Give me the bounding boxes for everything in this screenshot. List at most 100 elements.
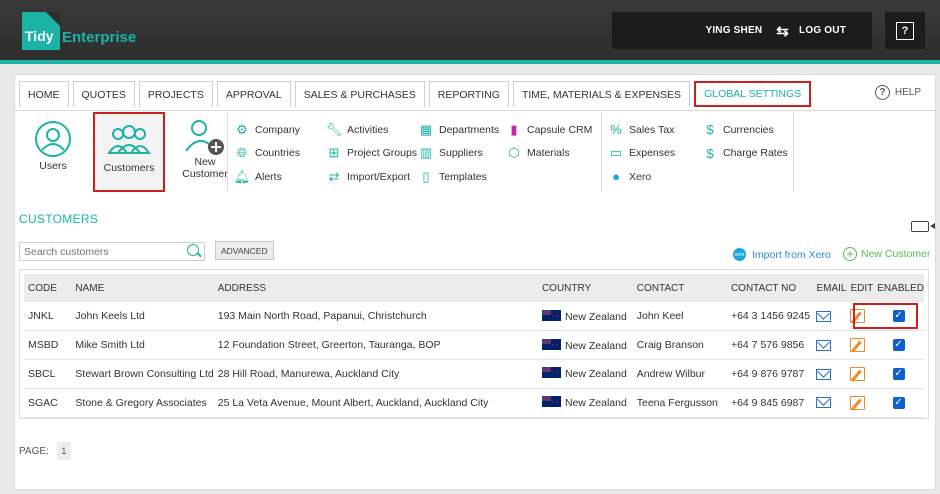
help-button[interactable]: ? <box>885 12 925 49</box>
ribbon-materials[interactable]: ⬡ Materials <box>505 142 592 166</box>
customers-table-container: CODE NAME ADDRESS COUNTRY CONTACT CONTAC… <box>19 269 929 419</box>
email-icon[interactable] <box>816 397 832 409</box>
email-icon[interactable] <box>816 339 832 351</box>
header-name[interactable]: NAME <box>71 274 214 302</box>
tab-reporting[interactable]: REPORTING <box>428 81 509 107</box>
enabled-checkbox[interactable]: ✓ <box>892 310 905 323</box>
advanced-search-button[interactable]: ADVANCED <box>215 241 274 260</box>
cell-enabled: ✓ <box>873 302 924 332</box>
table-row[interactable]: SGAC Stone & Gregory Associates 25 La Ve… <box>24 388 924 418</box>
cell-phone: +64 9 845 6987 <box>726 388 813 418</box>
table-row[interactable]: MSBD Mike Smith Ltd 12 Foundation Street… <box>24 330 924 360</box>
user-name[interactable]: YING SHEN <box>705 25 762 36</box>
ribbon-company-label: Company <box>255 123 300 136</box>
nz-flag-icon <box>541 367 561 379</box>
cell-enabled: ✓ <box>873 330 924 360</box>
ribbon-project-groups[interactable]: ⊞ Project Groups <box>325 142 417 166</box>
ribbon-expenses[interactable]: ▭ Expenses <box>607 142 675 166</box>
cell-email <box>812 330 847 360</box>
ribbon-import-export-label: Import/Export <box>347 170 411 183</box>
header-contact[interactable]: CONTACT <box>632 274 727 302</box>
help-link[interactable]: ? HELP <box>874 85 921 100</box>
email-icon[interactable] <box>816 368 832 380</box>
ribbon-alerts[interactable]: 🔔︎ Alerts <box>233 165 300 189</box>
ribbon-materials-label: Materials <box>527 147 570 160</box>
settings-ribbon: Users Customers New Customer ⚙ Company 🌐︎… <box>15 112 935 192</box>
import-from-xero-label: Import from Xero <box>752 248 831 261</box>
table-row[interactable]: SBCL Stewart Brown Consulting Ltd 28 Hil… <box>24 359 924 389</box>
tab-time-materials-expenses[interactable]: TIME, MATERIALS & EXPENSES <box>512 81 691 107</box>
new-customer-link-label: New Customer <box>861 248 931 260</box>
ribbon-currencies[interactable]: $ Currencies <box>701 118 788 142</box>
cell-address: 193 Main North Road, Papanui, Christchur… <box>213 302 538 332</box>
ribbon-import-export[interactable]: ⇄ Import/Export <box>325 165 417 189</box>
enabled-checkbox[interactable]: ✓ <box>892 367 905 380</box>
logout-link[interactable]: LOG OUT <box>799 25 846 36</box>
header-country[interactable]: COUNTRY <box>537 274 633 302</box>
tab-bar: HOME QUOTES PROJECTS APPROVAL SALES & PU… <box>15 75 935 111</box>
xero-icon: xero <box>733 248 746 261</box>
ribbon-charge-rates[interactable]: $ Charge Rates <box>701 142 788 166</box>
bell-icon: 🔔︎ <box>233 168 251 184</box>
page-label: PAGE: <box>19 445 49 457</box>
tab-quotes[interactable]: QUOTES <box>72 81 135 107</box>
money-icon: ▭ <box>609 145 623 161</box>
cell-country-label: New Zealand <box>564 339 627 352</box>
ribbon-col-4: ▮ Capsule CRM ⬡ Materials <box>505 118 592 165</box>
search-input[interactable] <box>19 242 205 261</box>
email-icon[interactable] <box>816 310 832 322</box>
edit-icon[interactable] <box>850 309 866 324</box>
video-icon[interactable] <box>911 221 935 232</box>
tab-approval[interactable]: APPROVAL <box>216 81 291 107</box>
ribbon-countries[interactable]: 🌐︎ Countries <box>233 142 300 166</box>
ribbon-capsule-crm-label: Capsule CRM <box>527 123 593 136</box>
ribbon-templates[interactable]: ▯ Templates <box>417 165 499 189</box>
ribbon-charge-rates-label: Charge Rates <box>723 147 788 160</box>
ribbon-col-1: ⚙ Company 🌐︎ Countries 🔔︎ Alerts <box>233 118 300 189</box>
ribbon-departments[interactable]: ▦ Departments <box>417 118 499 142</box>
percent-icon: % <box>610 122 622 138</box>
exchange-icon: ⇄ <box>328 168 340 184</box>
header-contact-no[interactable]: CONTACT NO <box>726 274 813 302</box>
logout-icon[interactable]: ⇆ <box>776 22 789 40</box>
app-logo[interactable]: Tidy Enterprise <box>22 12 136 50</box>
ribbon-capsule-crm[interactable]: ▮ Capsule CRM <box>505 118 592 142</box>
ribbon-xero[interactable]: ● Xero <box>607 165 675 189</box>
cell-country-label: New Zealand <box>564 397 627 410</box>
nz-flag-icon <box>541 309 561 321</box>
import-from-xero-link[interactable]: xero Import from Xero <box>733 248 831 261</box>
tab-home[interactable]: HOME <box>19 81 69 107</box>
ribbon-company[interactable]: ⚙ Company <box>233 118 300 142</box>
customers-button[interactable]: Customers <box>93 112 165 192</box>
new-customer-link[interactable]: + New Customer <box>843 247 930 261</box>
ribbon-col-3: ▦ Departments ▥ Suppliers ▯ Templates <box>417 118 499 189</box>
cell-country-label: New Zealand <box>564 368 627 381</box>
search-icon[interactable] <box>187 244 199 256</box>
users-button[interactable]: Users <box>17 112 89 192</box>
ribbon-sales-tax[interactable]: % Sales Tax <box>607 118 675 142</box>
enabled-checkbox[interactable]: ✓ <box>892 339 905 352</box>
header-address[interactable]: ADDRESS <box>213 274 538 302</box>
ribbon-activities[interactable]: 🔧︎ Activities <box>325 118 417 142</box>
ribbon-suppliers[interactable]: ▥ Suppliers <box>417 142 499 166</box>
edit-icon[interactable] <box>850 338 866 353</box>
cell-country: New Zealand <box>537 359 633 389</box>
cell-edit <box>846 359 874 389</box>
ribbon-templates-label: Templates <box>439 170 487 183</box>
ribbon-activities-label: Activities <box>347 123 389 136</box>
enabled-checkbox[interactable]: ✓ <box>892 396 905 409</box>
tab-global-settings[interactable]: GLOBAL SETTINGS <box>694 81 812 107</box>
user-add-icon <box>183 118 227 156</box>
nz-flag-icon <box>541 338 561 350</box>
tab-sales-purchases[interactable]: SALES & PURCHASES <box>294 81 425 107</box>
edit-icon[interactable] <box>850 366 866 381</box>
cell-name: Mike Smith Ltd <box>71 330 214 360</box>
customers-label: Customers <box>103 162 155 174</box>
cell-enabled: ✓ <box>873 359 924 389</box>
header-code[interactable]: CODE <box>24 274 72 302</box>
table-row[interactable]: JNKL John Keels Ltd 193 Main North Road,… <box>24 302 924 332</box>
edit-icon[interactable] <box>850 395 866 410</box>
tab-projects[interactable]: PROJECTS <box>138 81 213 107</box>
page-number-button[interactable]: 1 <box>56 442 71 460</box>
gears-icon: ⚙ <box>236 121 248 137</box>
